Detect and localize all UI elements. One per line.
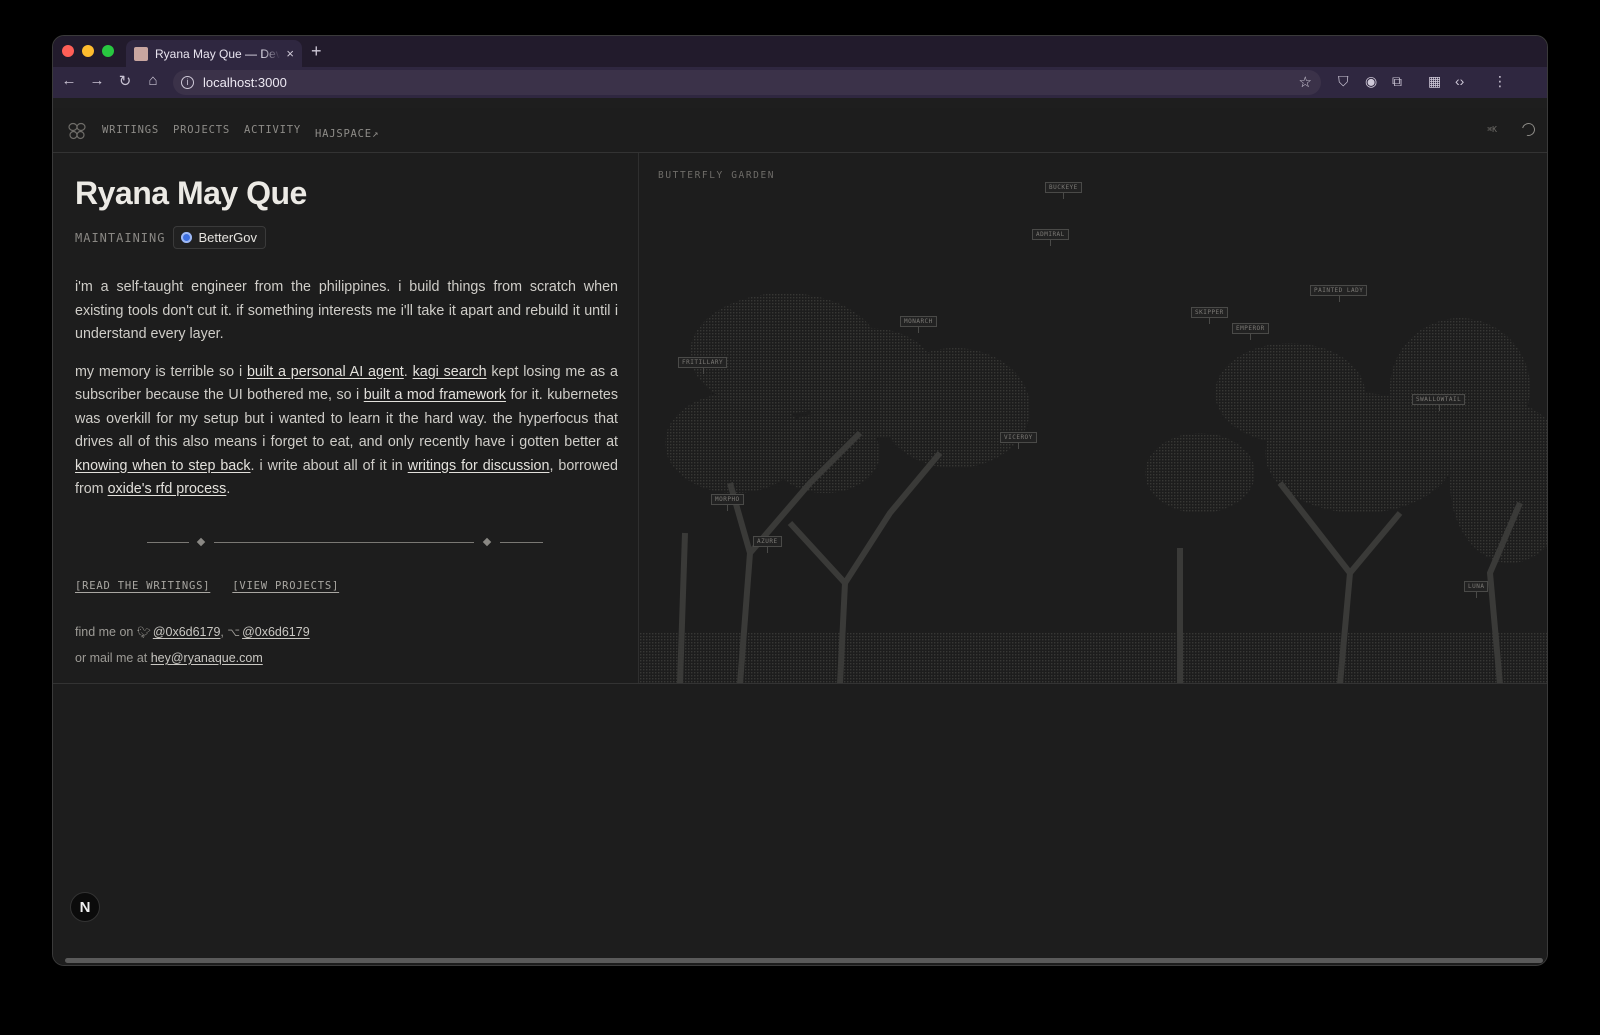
link-step-back[interactable]: knowing when to step back xyxy=(75,458,251,474)
site-info-icon[interactable]: i xyxy=(181,76,194,89)
butterfly-viceroy[interactable]: VICEROY xyxy=(1000,432,1037,449)
profile-extension-icon[interactable]: ◉ xyxy=(1365,73,1377,90)
minimize-window-button[interactable] xyxy=(82,45,94,57)
ornamental-divider xyxy=(147,537,543,548)
reload-icon[interactable]: ↻ xyxy=(114,72,136,90)
bookmark-star-icon[interactable]: ☆ xyxy=(1299,73,1312,91)
butterfly-luna[interactable]: LUNA xyxy=(1464,581,1489,598)
tab-close-icon[interactable]: × xyxy=(286,46,294,61)
devtools-icon[interactable]: ‹› xyxy=(1455,73,1464,89)
address-bar[interactable]: i localhost:3000 ☆ xyxy=(173,70,1321,95)
shield-extension-icon[interactable]: ⛉ xyxy=(1338,73,1349,90)
nav-projects[interactable]: PROJECTS xyxy=(173,124,230,142)
link-writings-for-discussion[interactable]: writings for discussion xyxy=(408,458,550,474)
empty-page-area xyxy=(53,684,1547,965)
find-me-label: find me on xyxy=(75,625,137,639)
email-link[interactable]: hey@ryanaque.com xyxy=(151,651,263,665)
bio-paragraph-1: i'm a self-taught engineer from the phil… xyxy=(75,279,618,342)
mail-label: or mail me at xyxy=(75,651,151,665)
bettergov-icon xyxy=(181,232,193,243)
butterfly-skipper[interactable]: SKIPPER xyxy=(1191,307,1228,324)
menu-kebab-icon[interactable]: ⋮ xyxy=(1493,73,1507,90)
nav-hajspace[interactable]: HAJSPACE xyxy=(315,128,372,140)
bettergov-badge[interactable]: BetterGov xyxy=(173,226,267,249)
bio-text: . i write about all of it in xyxy=(250,457,408,474)
butterfly-emperor[interactable]: EMPEROR xyxy=(1232,323,1269,340)
theme-toggle-moon-icon[interactable] xyxy=(1519,120,1538,139)
butterfly-azure[interactable]: AZURE xyxy=(753,536,782,553)
butterfly-garden: BUTTERFLY GARDEN BUCKEYE ADMIRAL PAINTED… xyxy=(640,153,1547,683)
tab-title: Ryana May Que — Developer xyxy=(155,46,280,61)
maintaining-label: MAINTAINING xyxy=(75,230,166,245)
command-k-shortcut[interactable]: ⌘K xyxy=(1487,125,1497,134)
garden-label: BUTTERFLY GARDEN xyxy=(658,170,776,181)
nav-hajspace-link[interactable]: HAJSPACE↗ xyxy=(315,124,379,142)
butterfly-logo-icon[interactable] xyxy=(68,122,86,140)
contact: find me on 🐦︎ @0x6d6179, ⌥ @0x6d6179 or ma… xyxy=(75,620,310,671)
horizontal-scrollbar[interactable] xyxy=(65,958,1543,963)
tab-bar: Ryana May Que — Developer × + xyxy=(53,36,1547,67)
favicon-icon xyxy=(134,46,148,61)
bio-text: . xyxy=(226,481,231,497)
butterfly-fritillary[interactable]: FRITILLARY xyxy=(678,357,728,374)
url-text: localhost:3000 xyxy=(203,75,287,90)
browser-window: Ryana May Que — Developer × + ← → ↻ ⌂ i … xyxy=(52,35,1548,966)
nav-links: WRITINGS PROJECTS ACTIVITY HAJSPACE↗ xyxy=(102,124,379,142)
new-tab-button[interactable]: + xyxy=(311,41,322,62)
intro-column: Ryana May Que MAINTAINING BetterGov i'm … xyxy=(53,153,639,683)
nav-activity[interactable]: ACTIVITY xyxy=(244,124,301,142)
social-line: find me on 🐦︎ @0x6d6179, ⌥ @0x6d6179 xyxy=(75,620,310,646)
cta-row: [READ THE WRITINGS] [VIEW PROJECTS] xyxy=(75,580,339,592)
view-projects-link[interactable]: [VIEW PROJECTS] xyxy=(232,580,339,592)
site-nav: WRITINGS PROJECTS ACTIVITY HAJSPACE↗ ⌘K xyxy=(53,108,1547,153)
hero-section: Ryana May Que MAINTAINING BetterGov i'm … xyxy=(53,153,1547,684)
back-icon[interactable]: ← xyxy=(58,72,80,89)
bio: i'm a self-taught engineer from the phil… xyxy=(75,276,618,516)
bio-paragraph-2: my memory is terrible so i built a perso… xyxy=(75,361,618,502)
browser-tab[interactable]: Ryana May Que — Developer × xyxy=(126,40,302,67)
home-icon[interactable]: ⌂ xyxy=(142,72,164,89)
maintaining-row: MAINTAINING BetterGov xyxy=(75,226,267,249)
read-writings-link[interactable]: [READ THE WRITINGS] xyxy=(75,580,210,592)
butterfly-monarch[interactable]: MONARCH xyxy=(900,316,937,333)
close-window-button[interactable] xyxy=(62,45,74,57)
forward-icon[interactable]: → xyxy=(86,72,108,89)
link-personal-ai-agent[interactable]: built a personal AI agent xyxy=(247,364,404,380)
mail-line: or mail me at hey@ryanaque.com xyxy=(75,646,310,671)
qr-code-icon[interactable]: ▦ xyxy=(1428,73,1441,90)
web-page: WRITINGS PROJECTS ACTIVITY HAJSPACE↗ ⌘K … xyxy=(53,108,1547,965)
maximize-window-button[interactable] xyxy=(102,45,114,57)
link-oxide-rfd[interactable]: oxide's rfd process xyxy=(108,481,227,497)
nav-writings[interactable]: WRITINGS xyxy=(102,124,159,142)
butterfly-morpho[interactable]: MORPHO xyxy=(711,494,744,511)
butterfly-admiral[interactable]: ADMIRAL xyxy=(1032,229,1069,246)
butterfly-buckeye[interactable]: BUCKEYE xyxy=(1045,182,1082,199)
bio-text: my memory is terrible so i xyxy=(75,363,247,380)
external-link-icon: ↗ xyxy=(371,128,380,140)
github-link[interactable]: @0x6d6179 xyxy=(242,625,310,639)
bettergov-label: BetterGov xyxy=(198,230,258,245)
garden-trees-illustration xyxy=(640,293,1547,683)
link-mod-framework[interactable]: built a mod framework xyxy=(364,387,506,403)
butterfly-swallowtail[interactable]: SWALLOWTAIL xyxy=(1412,394,1466,411)
page-title: Ryana May Que xyxy=(75,175,307,211)
link-kagi-search[interactable]: kagi search xyxy=(413,364,487,380)
butterfly-painted-lady[interactable]: PAINTED LADY xyxy=(1310,285,1368,302)
browser-toolbar: ← → ↻ ⌂ i localhost:3000 ☆ ⛉ ◉ ⧉ ▦ ‹› ⋮ xyxy=(53,67,1547,98)
puzzle-extensions-icon[interactable]: ⧉ xyxy=(1392,73,1402,90)
twitter-bird-icon: 🐦︎ xyxy=(136,627,151,639)
github-icon: ⌥ xyxy=(227,627,241,639)
bio-text: . xyxy=(403,363,413,380)
nextjs-dev-indicator-icon[interactable]: N xyxy=(70,892,100,922)
twitter-link[interactable]: @0x6d6179 xyxy=(153,625,221,639)
